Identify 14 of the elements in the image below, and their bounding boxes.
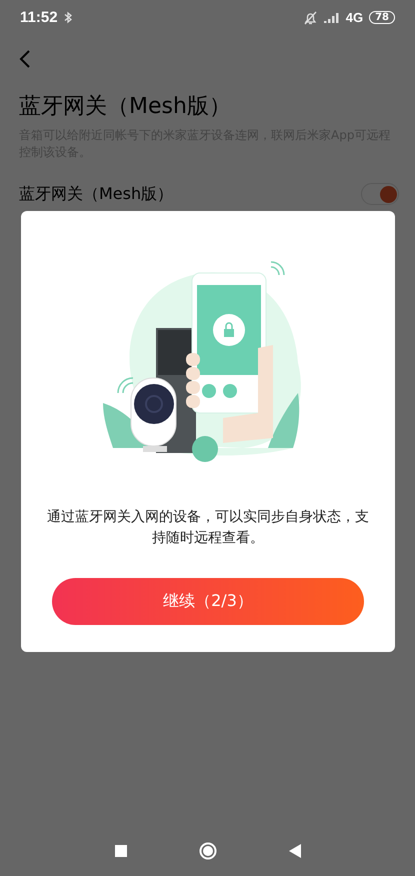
bluetooth-icon	[64, 11, 72, 24]
toggle-switch[interactable]	[361, 183, 399, 205]
battery-indicator: 78	[369, 11, 395, 24]
home-icon[interactable]	[198, 842, 216, 860]
page-title: 蓝牙网关（Mesh版）	[19, 93, 232, 121]
network-type: 4G	[346, 10, 364, 25]
clock-time: 11:52	[20, 9, 58, 26]
recents-icon[interactable]	[114, 845, 126, 857]
setting-label: 蓝牙网关（Mesh版）	[19, 184, 174, 204]
continue-button[interactable]: 继续（2/3）	[52, 578, 364, 625]
signal-icon	[324, 12, 340, 24]
alarm-off-icon	[302, 10, 318, 24]
back-icon[interactable]	[288, 844, 300, 858]
dialog-message: 通过蓝牙网关入网的设备，可以实同步自身状态，支持随时远程查看。	[46, 508, 370, 548]
